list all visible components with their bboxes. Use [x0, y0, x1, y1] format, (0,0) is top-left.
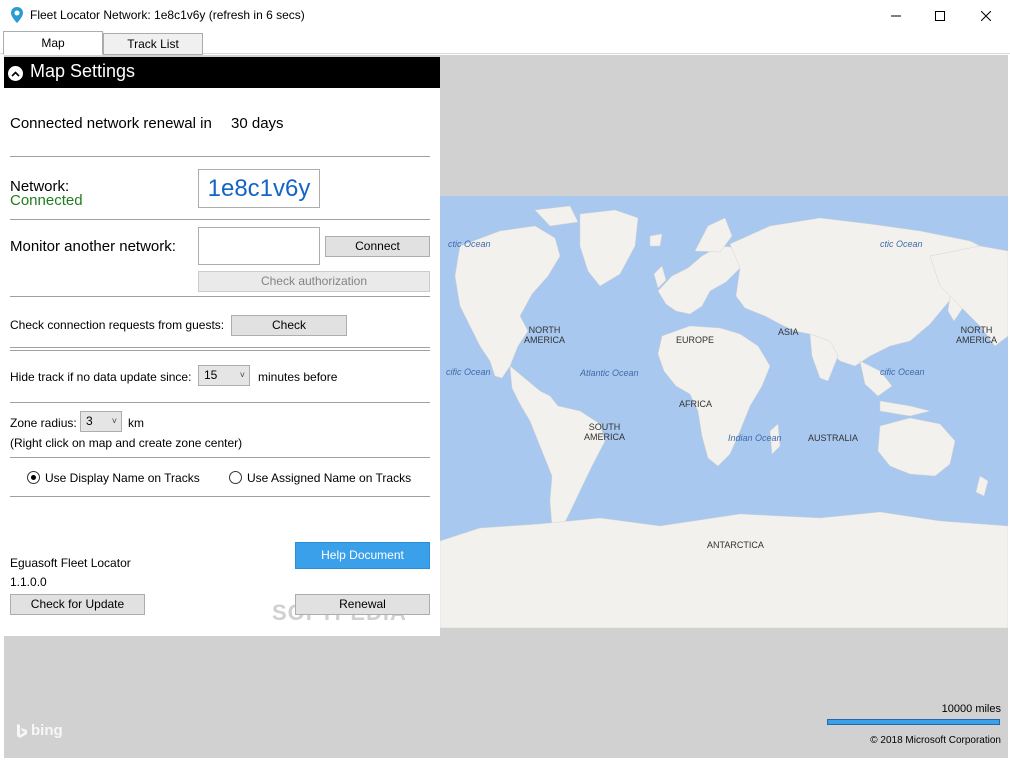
close-icon [981, 10, 991, 21]
scale-bar [827, 719, 1000, 725]
window-title: Fleet Locator Network: 1e8c1v6y (refresh… [30, 8, 305, 22]
map-pin-icon [9, 6, 25, 24]
zone-unit: km [128, 416, 144, 430]
maximize-button[interactable] [917, 0, 963, 31]
renewal-days: 30 days [231, 115, 284, 132]
separator [10, 496, 430, 497]
guest-requests-label: Check connection requests from guests: [10, 318, 225, 332]
continent-label-australia: AUSTRALIA [808, 433, 859, 443]
scale-label: 10000 miles [941, 703, 1001, 715]
hide-track-value: 15 [204, 368, 218, 382]
continent-label-north-america: NORTH AMERICA [524, 325, 566, 345]
check-authorization-button[interactable]: Check authorization [198, 271, 430, 292]
tab-track-list[interactable]: Track List [103, 33, 203, 55]
hide-track-suffix: minutes before [258, 370, 338, 384]
tab-map[interactable]: Map [3, 31, 103, 55]
continent-label-north-america-east: NORTH AMERICA [956, 325, 998, 345]
display-name-radio[interactable] [27, 471, 40, 484]
renewal-text: Connected network renewal in [10, 115, 212, 132]
continent-label-europe: EUROPE [676, 335, 715, 345]
title-bar: Fleet Locator Network: 1e8c1v6y (refresh… [0, 0, 1010, 31]
ocean-label-indian: Indian Ocean [728, 433, 782, 443]
help-document-button[interactable]: Help Document [295, 542, 430, 569]
zone-radius-select[interactable]: 3 ˅ [80, 411, 122, 432]
app-name: Eguasoft Fleet Locator [10, 556, 131, 570]
app-version: 1.1.0.0 [10, 575, 47, 589]
chevron-up-icon [11, 70, 20, 77]
assigned-name-radio[interactable] [229, 471, 242, 484]
bing-wordmark: bing [31, 722, 63, 739]
hide-track-select[interactable]: 15 ˅ [198, 365, 250, 386]
minimize-icon [891, 15, 901, 16]
continent-label-south-america: SOUTH AMERICA [584, 422, 626, 442]
continent-label-asia: ASIA [778, 327, 799, 337]
continent-label-antarctica: ANTARCTICA [707, 540, 764, 550]
ocean-label-arctic-left: ctic Ocean [448, 239, 491, 249]
check-button[interactable]: Check [231, 315, 347, 336]
display-name-radio-label[interactable]: Use Display Name on Tracks [45, 471, 200, 485]
renewal-button[interactable]: Renewal [295, 594, 430, 615]
world-map-land [440, 205, 1008, 628]
chevron-down-icon: ˅ [111, 416, 117, 426]
bing-icon [17, 723, 27, 738]
panel-header: Map Settings [4, 57, 440, 88]
zone-hint: (Right click on map and create zone cent… [10, 436, 243, 450]
ocean-label-pacific-left: cific Ocean [446, 367, 491, 377]
map-settings-panel: Map Settings Connected network renewal i… [4, 57, 440, 636]
monitor-network-input[interactable] [198, 227, 320, 265]
monitor-label: Monitor another network: [10, 238, 176, 255]
continent-label-africa: AFRICA [679, 399, 713, 409]
panel-title: Map Settings [30, 61, 136, 81]
zone-radius-value: 3 [86, 414, 93, 428]
zone-radius-label: Zone radius: [10, 416, 77, 430]
close-button[interactable] [963, 0, 1009, 31]
separator [10, 296, 430, 297]
bing-logo: bing [16, 722, 63, 739]
maximize-icon [935, 10, 945, 21]
separator [10, 457, 430, 458]
ocean-label-arctic-right: ctic Ocean [880, 239, 923, 249]
chevron-down-icon: ˅ [239, 370, 245, 380]
network-status: Connected [10, 192, 83, 209]
ocean-label-atlantic: Atlantic Ocean [580, 368, 639, 378]
separator [10, 347, 430, 348]
ocean-label-pacific-right: cific Ocean [880, 367, 925, 377]
separator [10, 350, 430, 351]
separator [10, 156, 430, 157]
network-id-display: 1e8c1v6y [198, 169, 320, 208]
separator [10, 402, 430, 403]
check-for-update-button[interactable]: Check for Update [10, 594, 145, 615]
map-copyright: © 2018 Microsoft Corporation [870, 735, 1001, 746]
assigned-name-radio-label[interactable]: Use Assigned Name on Tracks [247, 471, 411, 485]
tab-strip: Map Track List [0, 31, 1010, 55]
connect-button[interactable]: Connect [325, 236, 430, 257]
collapse-button[interactable] [7, 65, 24, 82]
world-map[interactable]: ctic Ocean ctic Ocean cific Ocean Atlant… [440, 196, 1008, 628]
separator [10, 219, 430, 220]
hide-track-label: Hide track if no data update since: [10, 370, 192, 384]
minimize-button[interactable] [873, 0, 919, 31]
